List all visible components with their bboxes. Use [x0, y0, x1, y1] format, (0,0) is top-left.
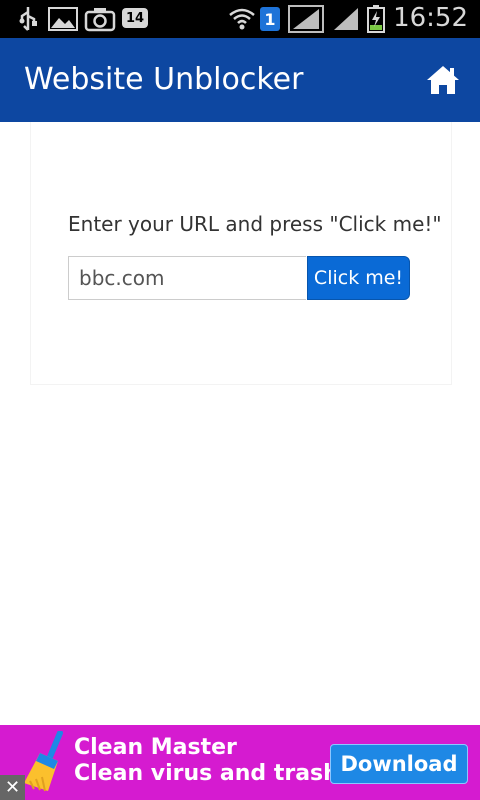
calendar-badge-icon: 14 [122, 8, 148, 28]
url-input[interactable] [68, 256, 306, 300]
click-me-button[interactable]: Click me! [307, 256, 410, 300]
broom-icon [22, 730, 68, 793]
sim-icon: 1 [260, 7, 280, 31]
content-panel [30, 122, 452, 385]
app-title: Website Unblocker [24, 62, 304, 97]
clock: 16:52 [393, 3, 468, 33]
home-icon[interactable] [426, 64, 460, 96]
instruction-text: Enter your URL and press "Click me!" [68, 212, 442, 236]
ad-text: Clean Master Clean virus and trash! [74, 735, 349, 787]
usb-icon [16, 6, 40, 32]
ad-tagline: Clean virus and trash! [74, 761, 349, 786]
close-icon[interactable]: ✕ [0, 775, 25, 800]
image-icon [48, 6, 78, 32]
battery-charging-icon [366, 5, 386, 33]
signal-icon [288, 5, 324, 33]
wifi-icon [228, 6, 256, 32]
signal-icon [332, 6, 360, 32]
download-button[interactable]: Download [330, 744, 468, 784]
camera-icon [84, 6, 116, 32]
app-bar: Website Unblocker [0, 38, 480, 122]
ad-headline: Clean Master [74, 735, 237, 760]
status-bar: 14 1 16:52 [0, 0, 480, 38]
ad-banner[interactable]: Clean Master Clean virus and trash! Down… [0, 725, 480, 800]
